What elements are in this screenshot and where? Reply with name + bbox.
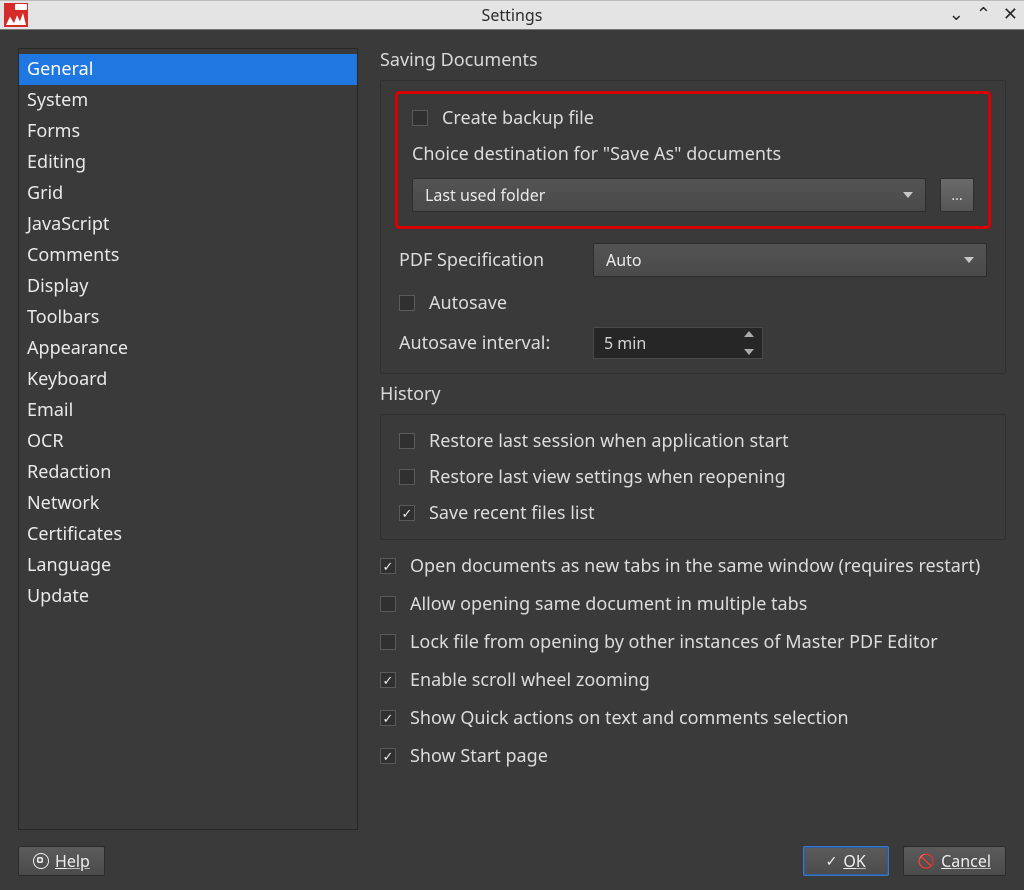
chevron-down-icon[interactable] [744, 349, 754, 355]
checkbox-save-recent[interactable] [399, 505, 415, 521]
sidebar-item-grid[interactable]: Grid [19, 178, 357, 209]
sidebar-item-display[interactable]: Display [19, 271, 357, 302]
help-label: Help [55, 850, 90, 872]
sidebar-item-comments[interactable]: Comments [19, 240, 357, 271]
label-lock-file: Lock file from opening by other instance… [410, 630, 938, 654]
label-autosave: Autosave [429, 291, 507, 315]
group-saving: Saving Documents Create backup file Choi… [380, 48, 1006, 374]
sidebar-item-javascript[interactable]: JavaScript [19, 209, 357, 240]
sidebar-item-keyboard[interactable]: Keyboard [19, 364, 357, 395]
label-restore-session: Restore last session when application st… [429, 429, 789, 453]
check-icon: ✓ [826, 852, 838, 871]
help-icon [33, 853, 49, 869]
help-button[interactable]: Help [18, 846, 105, 876]
dialog-footer: Help ✓ OK 🚫 Cancel [0, 842, 1024, 890]
label-pdf-spec: PDF Specification [399, 248, 569, 272]
combo-save-destination[interactable]: Last used folder [412, 178, 926, 212]
label-save-recent: Save recent files list [429, 501, 595, 525]
ok-button[interactable]: ✓ OK [803, 846, 889, 876]
general-options: Open documents as new tabs in the same w… [380, 554, 1006, 782]
checkbox-lock-file[interactable] [380, 634, 396, 650]
sidebar-item-ocr[interactable]: OCR [19, 426, 357, 457]
label-create-backup: Create backup file [442, 106, 594, 130]
titlebar: Settings ⌄ ⌃ ✕ [0, 0, 1024, 30]
sidebar-item-email[interactable]: Email [19, 395, 357, 426]
sidebar-item-network[interactable]: Network [19, 488, 357, 519]
combo-pdf-spec[interactable]: Auto [593, 243, 987, 277]
label-autosave-interval: Autosave interval: [399, 331, 569, 355]
label-start-page: Show Start page [410, 744, 548, 768]
checkbox-open-as-tabs[interactable] [380, 558, 396, 574]
window-title: Settings [0, 4, 1024, 26]
settings-sidebar: GeneralSystemFormsEditingGridJavaScriptC… [18, 48, 358, 830]
checkbox-scroll-zoom[interactable] [380, 672, 396, 688]
chevron-down-icon [964, 257, 974, 263]
highlight-save-as-area: Create backup file Choice destination fo… [395, 91, 991, 229]
sidebar-item-system[interactable]: System [19, 85, 357, 116]
checkbox-allow-multi-tabs[interactable] [380, 596, 396, 612]
checkbox-restore-session[interactable] [399, 433, 415, 449]
checkbox-start-page[interactable] [380, 748, 396, 764]
close-icon[interactable]: ✕ [1003, 5, 1018, 23]
settings-main: Saving Documents Create backup file Choi… [380, 48, 1006, 830]
history-title: History [380, 382, 1006, 406]
minimize-icon[interactable]: ⌄ [949, 5, 964, 23]
combo-save-destination-value: Last used folder [425, 184, 545, 206]
checkbox-create-backup[interactable] [412, 110, 428, 126]
app-icon [4, 3, 28, 27]
spinner-controls[interactable] [744, 331, 758, 355]
chevron-up-icon[interactable] [744, 331, 754, 337]
chevron-down-icon [903, 192, 913, 198]
sidebar-item-editing[interactable]: Editing [19, 147, 357, 178]
input-autosave-interval[interactable]: 5 min [593, 327, 763, 359]
maximize-icon[interactable]: ⌃ [976, 5, 991, 23]
label-scroll-zoom: Enable scroll wheel zooming [410, 668, 650, 692]
combo-pdf-spec-value: Auto [606, 249, 642, 271]
cancel-icon: 🚫 [918, 852, 935, 871]
label-restore-view: Restore last view settings when reopenin… [429, 465, 786, 489]
checkbox-quick-actions[interactable] [380, 710, 396, 726]
sidebar-item-update[interactable]: Update [19, 581, 357, 612]
autosave-interval-value: 5 min [604, 332, 646, 354]
group-history: History Restore last session when applic… [380, 382, 1006, 540]
label-open-as-tabs: Open documents as new tabs in the same w… [410, 554, 980, 578]
cancel-button[interactable]: 🚫 Cancel [903, 846, 1006, 876]
checkbox-autosave[interactable] [399, 295, 415, 311]
ok-label: OK [843, 850, 865, 872]
sidebar-item-language[interactable]: Language [19, 550, 357, 581]
saving-title: Saving Documents [380, 48, 1006, 72]
sidebar-item-redaction[interactable]: Redaction [19, 457, 357, 488]
label-destination: Choice destination for "Save As" documen… [412, 142, 781, 166]
label-quick-actions: Show Quick actions on text and comments … [410, 706, 849, 730]
sidebar-item-general[interactable]: General [19, 54, 357, 85]
sidebar-item-appearance[interactable]: Appearance [19, 333, 357, 364]
label-allow-multi-tabs: Allow opening same document in multiple … [410, 592, 807, 616]
sidebar-item-toolbars[interactable]: Toolbars [19, 302, 357, 333]
checkbox-restore-view[interactable] [399, 469, 415, 485]
content-area: GeneralSystemFormsEditingGridJavaScriptC… [0, 30, 1024, 842]
sidebar-item-certificates[interactable]: Certificates [19, 519, 357, 550]
sidebar-item-forms[interactable]: Forms [19, 116, 357, 147]
cancel-label: Cancel [941, 850, 991, 872]
browse-button[interactable]: ... [940, 178, 974, 212]
